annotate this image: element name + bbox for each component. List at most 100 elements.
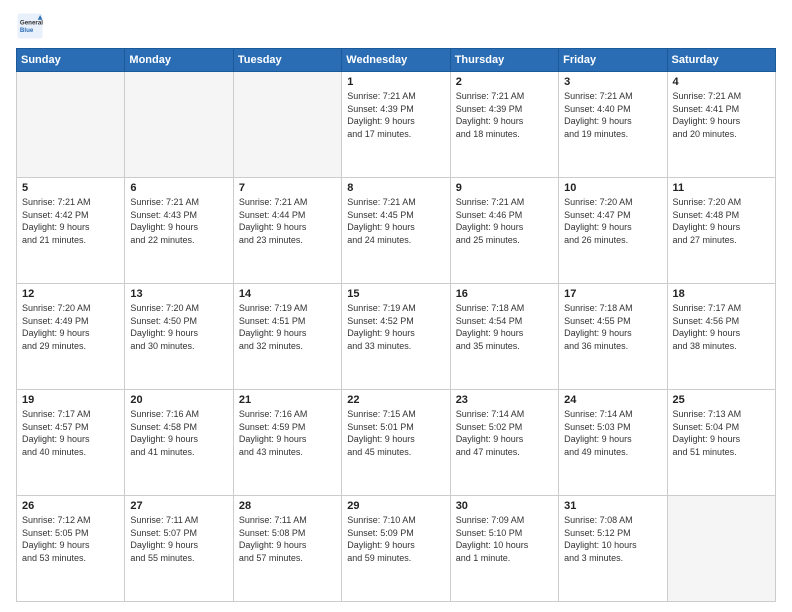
calendar-cell: 23 Sunrise: 7:14 AM Sunset: 5:02 PM Dayli… <box>450 390 558 496</box>
day-content: Sunrise: 7:21 AM Sunset: 4:42 PM Dayligh… <box>22 196 119 246</box>
calendar-cell: 9Sunrise: 7:21 AM Sunset: 4:46 PM Daylig… <box>450 178 558 284</box>
day-number: 23 <box>456 394 553 406</box>
calendar-cell: 12Sunrise: 7:20 AM Sunset: 4:49 PM Dayli… <box>17 284 125 390</box>
day-content: Sunrise: 7:14 AM Sunset: 5:02 PM Dayligh… <box>456 408 553 458</box>
calendar-week-row: 1 Sunrise: 7:21 AM Sunset: 4:39 PM Daylig… <box>17 72 776 178</box>
calendar-day-header: Thursday <box>450 49 558 72</box>
calendar-cell: 31 Sunrise: 7:08 AM Sunset: 5:12 PM Dayli… <box>559 496 667 602</box>
day-content: Sunrise: 7:20 AM Sunset: 4:47 PM Dayligh… <box>564 196 661 246</box>
calendar-day-header: Tuesday <box>233 49 341 72</box>
day-number: 26 <box>22 500 119 512</box>
calendar-day-header: Monday <box>125 49 233 72</box>
day-number: 31 <box>564 500 661 512</box>
day-content: Sunrise: 7:15 AM Sunset: 5:01 PM Dayligh… <box>347 408 444 458</box>
day-content: Sunrise: 7:16 AM Sunset: 4:59 PM Dayligh… <box>239 408 336 458</box>
calendar-week-row: 26 Sunrise: 7:12 AM Sunset: 5:05 PM Dayli… <box>17 496 776 602</box>
calendar-day-header: Sunday <box>17 49 125 72</box>
day-number: 3 <box>564 76 661 88</box>
day-content: Sunrise: 7:21 AM Sunset: 4:43 PM Dayligh… <box>130 196 227 246</box>
day-number: 20 <box>130 394 227 406</box>
day-content: Sunrise: 7:21 AM Sunset: 4:44 PM Dayligh… <box>239 196 336 246</box>
calendar-cell <box>667 496 775 602</box>
day-number: 7 <box>239 182 336 194</box>
day-number: 27 <box>130 500 227 512</box>
day-content: Sunrise: 7:21 AM Sunset: 4:39 PM Dayligh… <box>456 90 553 140</box>
day-number: 22 <box>347 394 444 406</box>
calendar-cell: 27 Sunrise: 7:11 AM Sunset: 5:07 PM Dayli… <box>125 496 233 602</box>
calendar-cell <box>233 72 341 178</box>
calendar-cell: 25 Sunrise: 7:13 AM Sunset: 5:04 PM Dayli… <box>667 390 775 496</box>
day-number: 8 <box>347 182 444 194</box>
day-number: 5 <box>22 182 119 194</box>
day-content: Sunrise: 7:17 AM Sunset: 4:56 PM Dayligh… <box>673 302 770 352</box>
day-number: 1 <box>347 76 444 88</box>
calendar-cell: 18 Sunrise: 7:17 AM Sunset: 4:56 PM Dayli… <box>667 284 775 390</box>
calendar-cell: 15 Sunrise: 7:19 AM Sunset: 4:52 PM Dayli… <box>342 284 450 390</box>
svg-text:Blue: Blue <box>20 27 34 34</box>
calendar-cell: 24 Sunrise: 7:14 AM Sunset: 5:03 PM Dayli… <box>559 390 667 496</box>
day-content: Sunrise: 7:21 AM Sunset: 4:39 PM Dayligh… <box>347 90 444 140</box>
day-number: 24 <box>564 394 661 406</box>
calendar-day-header: Saturday <box>667 49 775 72</box>
calendar-day-header: Friday <box>559 49 667 72</box>
day-content: Sunrise: 7:14 AM Sunset: 5:03 PM Dayligh… <box>564 408 661 458</box>
calendar-cell: 5 Sunrise: 7:21 AM Sunset: 4:42 PM Daylig… <box>17 178 125 284</box>
svg-text:General: General <box>20 19 43 26</box>
calendar-cell: 6 Sunrise: 7:21 AM Sunset: 4:43 PM Daylig… <box>125 178 233 284</box>
calendar-cell: 30 Sunrise: 7:09 AM Sunset: 5:10 PM Dayli… <box>450 496 558 602</box>
day-number: 16 <box>456 288 553 300</box>
day-content: Sunrise: 7:19 AM Sunset: 4:51 PM Dayligh… <box>239 302 336 352</box>
day-number: 6 <box>130 182 227 194</box>
calendar-week-row: 5 Sunrise: 7:21 AM Sunset: 4:42 PM Daylig… <box>17 178 776 284</box>
day-number: 18 <box>673 288 770 300</box>
day-number: 10 <box>564 182 661 194</box>
day-content: Sunrise: 7:10 AM Sunset: 5:09 PM Dayligh… <box>347 514 444 564</box>
day-content: Sunrise: 7:11 AM Sunset: 5:08 PM Dayligh… <box>239 514 336 564</box>
day-number: 12 <box>22 288 119 300</box>
day-content: Sunrise: 7:21 AM Sunset: 4:41 PM Dayligh… <box>673 90 770 140</box>
calendar-cell: 11 Sunrise: 7:20 AM Sunset: 4:48 PM Dayli… <box>667 178 775 284</box>
day-number: 13 <box>130 288 227 300</box>
header: General Blue <box>16 12 776 40</box>
calendar-week-row: 12Sunrise: 7:20 AM Sunset: 4:49 PM Dayli… <box>17 284 776 390</box>
day-content: Sunrise: 7:18 AM Sunset: 4:55 PM Dayligh… <box>564 302 661 352</box>
calendar-cell: 1 Sunrise: 7:21 AM Sunset: 4:39 PM Daylig… <box>342 72 450 178</box>
calendar-cell: 20 Sunrise: 7:16 AM Sunset: 4:58 PM Dayli… <box>125 390 233 496</box>
calendar-cell: 29Sunrise: 7:10 AM Sunset: 5:09 PM Dayli… <box>342 496 450 602</box>
day-number: 11 <box>673 182 770 194</box>
calendar-day-header: Wednesday <box>342 49 450 72</box>
day-number: 30 <box>456 500 553 512</box>
calendar-week-row: 19Sunrise: 7:17 AM Sunset: 4:57 PM Dayli… <box>17 390 776 496</box>
day-content: Sunrise: 7:11 AM Sunset: 5:07 PM Dayligh… <box>130 514 227 564</box>
day-number: 15 <box>347 288 444 300</box>
calendar-cell: 2 Sunrise: 7:21 AM Sunset: 4:39 PM Daylig… <box>450 72 558 178</box>
day-content: Sunrise: 7:19 AM Sunset: 4:52 PM Dayligh… <box>347 302 444 352</box>
day-number: 2 <box>456 76 553 88</box>
calendar-cell: 3Sunrise: 7:21 AM Sunset: 4:40 PM Daylig… <box>559 72 667 178</box>
calendar-cell: 17 Sunrise: 7:18 AM Sunset: 4:55 PM Dayli… <box>559 284 667 390</box>
calendar-cell: 8 Sunrise: 7:21 AM Sunset: 4:45 PM Daylig… <box>342 178 450 284</box>
calendar-cell: 7 Sunrise: 7:21 AM Sunset: 4:44 PM Daylig… <box>233 178 341 284</box>
logo-icon: General Blue <box>16 12 44 40</box>
day-content: Sunrise: 7:08 AM Sunset: 5:12 PM Dayligh… <box>564 514 661 564</box>
calendar-cell: 21 Sunrise: 7:16 AM Sunset: 4:59 PM Dayli… <box>233 390 341 496</box>
day-content: Sunrise: 7:21 AM Sunset: 4:45 PM Dayligh… <box>347 196 444 246</box>
day-number: 19 <box>22 394 119 406</box>
day-content: Sunrise: 7:16 AM Sunset: 4:58 PM Dayligh… <box>130 408 227 458</box>
day-number: 25 <box>673 394 770 406</box>
calendar-cell: 19Sunrise: 7:17 AM Sunset: 4:57 PM Dayli… <box>17 390 125 496</box>
day-content: Sunrise: 7:20 AM Sunset: 4:48 PM Dayligh… <box>673 196 770 246</box>
day-content: Sunrise: 7:18 AM Sunset: 4:54 PM Dayligh… <box>456 302 553 352</box>
calendar-cell: 14Sunrise: 7:19 AM Sunset: 4:51 PM Dayli… <box>233 284 341 390</box>
logo: General Blue <box>16 12 48 40</box>
calendar-cell: 10 Sunrise: 7:20 AM Sunset: 4:47 PM Dayli… <box>559 178 667 284</box>
day-content: Sunrise: 7:12 AM Sunset: 5:05 PM Dayligh… <box>22 514 119 564</box>
calendar-cell: 13Sunrise: 7:20 AM Sunset: 4:50 PM Dayli… <box>125 284 233 390</box>
day-number: 21 <box>239 394 336 406</box>
day-number: 17 <box>564 288 661 300</box>
day-content: Sunrise: 7:13 AM Sunset: 5:04 PM Dayligh… <box>673 408 770 458</box>
calendar-table: SundayMondayTuesdayWednesdayThursdayFrid… <box>16 48 776 602</box>
page-container: General Blue SundayMondayTuesdayWednesda… <box>0 0 792 612</box>
day-content: Sunrise: 7:09 AM Sunset: 5:10 PM Dayligh… <box>456 514 553 564</box>
calendar-cell <box>125 72 233 178</box>
